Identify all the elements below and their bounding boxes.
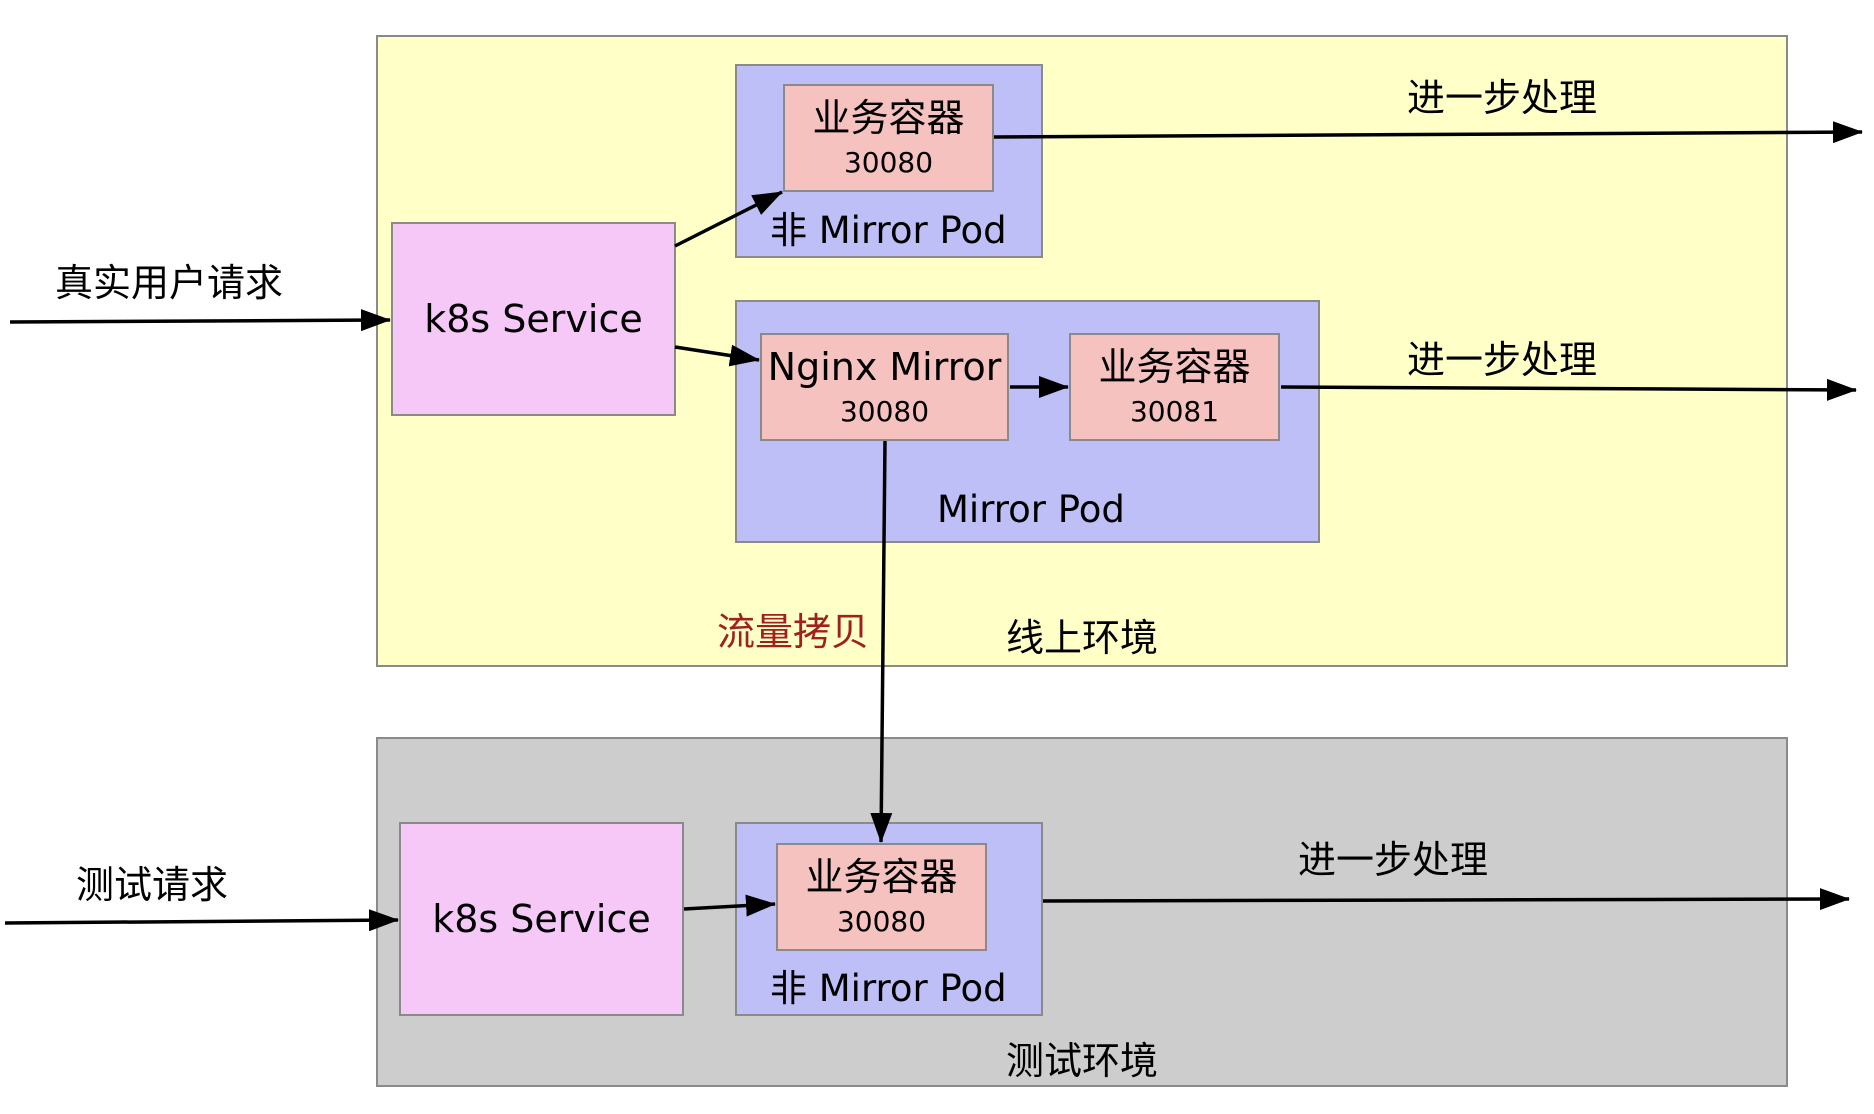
test-service-to-business-arrow xyxy=(683,894,776,917)
real-request-arrow xyxy=(9,309,391,332)
service-to-business-arrow xyxy=(674,190,783,248)
output-arrow-2 xyxy=(1280,378,1857,401)
arrows-layer xyxy=(4,121,1863,932)
test-request-arrow xyxy=(4,909,399,932)
output-arrow-3 xyxy=(1042,888,1850,911)
output-arrow-1 xyxy=(993,121,1863,144)
service-to-nginx-arrow xyxy=(674,344,760,367)
traffic-copy-arrow xyxy=(870,440,893,843)
